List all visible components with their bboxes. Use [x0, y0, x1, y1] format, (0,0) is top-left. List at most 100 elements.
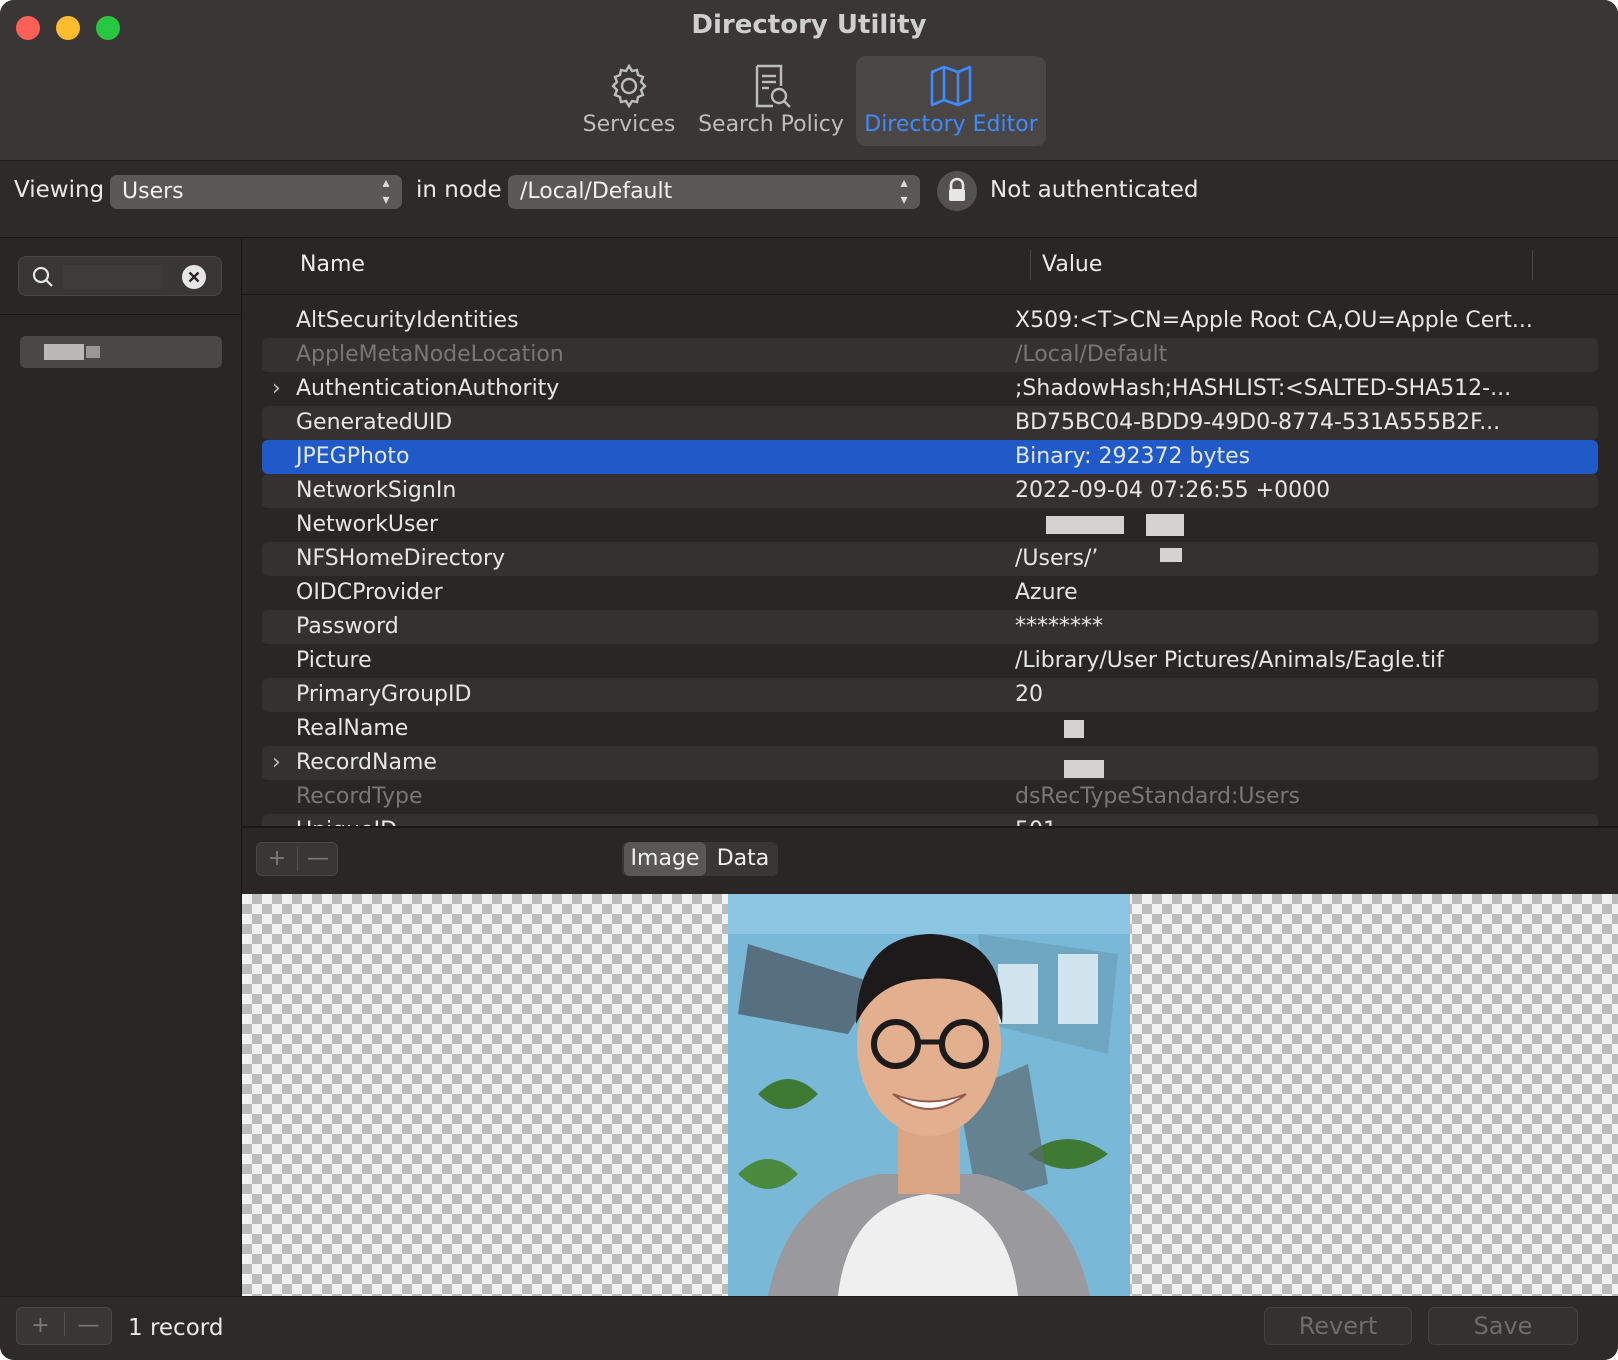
attribute-name: RealName	[296, 716, 409, 741]
attribute-value: BD75BC04-BDD9-49D0-8774-531A555B2F...	[1015, 410, 1501, 435]
table-row[interactable]: › RecordName	[262, 746, 1598, 780]
map-icon	[930, 65, 972, 107]
auth-status: Not authenticated	[990, 177, 1199, 203]
tab-data[interactable]: Data	[710, 842, 776, 876]
directory-utility-window: Directory Utility Services Search Policy…	[0, 0, 1618, 1360]
column-header-name[interactable]: Name	[300, 252, 365, 277]
table-row[interactable]: RecordType dsRecTypeStandard:Users	[262, 780, 1598, 814]
attribute-value: Azure	[1015, 580, 1078, 605]
image-preview	[242, 894, 1618, 1296]
toolbar-directory-editor-label: Directory Editor	[864, 112, 1038, 137]
attribute-value: dsRecTypeStandard:Users	[1015, 784, 1300, 809]
in-node-label: in node	[416, 177, 502, 203]
add-remove-attribute-control: + —	[256, 842, 338, 876]
save-button[interactable]: Save	[1428, 1307, 1578, 1345]
bottom-bar: + — 1 record Revert Save	[0, 1296, 1618, 1360]
search-input[interactable]	[18, 256, 222, 296]
table-row[interactable]: NetworkSignIn 2022-09-04 07:26:55 +0000	[262, 474, 1598, 508]
image-data-tabs: Image Data	[622, 842, 778, 876]
attribute-value: ********	[1015, 614, 1103, 639]
table-row[interactable]: NFSHomeDirectory /Users/’	[262, 542, 1598, 576]
attribute-value: 501	[1015, 814, 1057, 826]
clear-search-icon[interactable]	[181, 264, 207, 290]
redacted-value	[1064, 720, 1084, 738]
table-row[interactable]: AltSecurityIdentities X509:<T>CN=Apple R…	[262, 304, 1598, 338]
attribute-value: ;ShadowHash;HASHLIST:<SALTED-SHA512-...	[1015, 376, 1512, 401]
table-row-selected[interactable]: JPEGPhoto Binary: 292372 bytes	[262, 440, 1598, 474]
toolbar-search-policy-label: Search Policy	[698, 112, 844, 137]
column-separator[interactable]	[1532, 250, 1533, 280]
attribute-value: 20	[1015, 682, 1043, 707]
redacted-search-text	[63, 265, 163, 289]
attribute-name: NetworkUser	[296, 512, 439, 537]
table-row[interactable]: NetworkUser	[262, 508, 1598, 542]
window-title: Directory Utility	[691, 10, 927, 40]
record-type-popup[interactable]: Users ▴ ▾	[110, 175, 402, 209]
redacted-value	[1046, 516, 1124, 534]
popup-arrows-icon: ▴ ▾	[900, 175, 908, 208]
table-header: Name Value	[242, 238, 1618, 295]
attribute-value: X509:<T>CN=Apple Root CA,OU=Apple Cert..…	[1015, 308, 1533, 333]
table-row[interactable]: OIDCProvider Azure	[262, 576, 1598, 610]
authenticate-lock-button[interactable]	[937, 171, 977, 211]
table-row[interactable]: AppleMetaNodeLocation /Local/Default	[262, 338, 1598, 372]
popup-arrows-icon: ▴ ▾	[382, 175, 390, 208]
attribute-name: OIDCProvider	[296, 580, 443, 605]
redacted-value	[1146, 514, 1184, 536]
toolbar-search-policy[interactable]: Search Policy	[696, 56, 846, 146]
attribute-value: Binary: 292372 bytes	[1015, 444, 1251, 469]
toolbar-services[interactable]: Services	[574, 56, 684, 146]
toolbar-services-label: Services	[582, 112, 676, 137]
attribute-value: /Users/’	[1015, 546, 1099, 571]
add-record-button[interactable]: +	[17, 1308, 64, 1344]
toolbar-directory-editor[interactable]: Directory Editor	[856, 56, 1046, 146]
table-row[interactable]: › AuthenticationAuthority ;ShadowHash;HA…	[262, 372, 1598, 406]
attribute-name: JPEGPhoto	[296, 444, 410, 469]
tab-image[interactable]: Image	[624, 842, 706, 876]
viewing-bar: Viewing Users ▴ ▾ in node /Local/Default …	[0, 161, 1618, 238]
attribute-name: PrimaryGroupID	[296, 682, 472, 707]
node-popup[interactable]: /Local/Default ▴ ▾	[508, 175, 920, 209]
attribute-name: AuthenticationAuthority	[296, 376, 560, 401]
table-row[interactable]: RealName	[262, 712, 1598, 746]
redacted-value	[1160, 548, 1182, 562]
user-record-item[interactable]	[20, 336, 222, 368]
record-count: 1 record	[128, 1315, 224, 1341]
toolbar: Directory Utility Services Search Policy…	[0, 0, 1618, 161]
attribute-value: 2022-09-04 07:26:55 +0000	[1015, 478, 1331, 503]
attribute-name: Picture	[296, 648, 372, 673]
attribute-value: /Local/Default	[1015, 342, 1168, 367]
add-remove-record-control: + —	[16, 1307, 112, 1345]
gear-icon	[611, 63, 647, 109]
table-row[interactable]: UniqueID 501	[262, 814, 1598, 826]
node-value: /Local/Default	[520, 179, 673, 204]
column-header-value[interactable]: Value	[1042, 252, 1102, 277]
disclosure-chevron-icon[interactable]: ›	[272, 372, 281, 406]
attribute-name: AppleMetaNodeLocation	[296, 342, 564, 367]
attribute-name: RecordName	[296, 750, 437, 775]
add-attribute-button[interactable]: +	[257, 843, 297, 875]
attribute-name: Password	[296, 614, 399, 639]
attribute-name: AltSecurityIdentities	[296, 308, 519, 333]
attribute-name: NFSHomeDirectory	[296, 546, 506, 571]
attribute-name: UniqueID	[296, 814, 397, 826]
attribute-name: GeneratedUID	[296, 410, 453, 435]
revert-button[interactable]: Revert	[1264, 1307, 1412, 1345]
table-row[interactable]: Picture /Library/User Pictures/Animals/E…	[262, 644, 1598, 678]
column-separator[interactable]	[1030, 250, 1031, 280]
attribute-name: RecordType	[296, 784, 423, 809]
disclosure-chevron-icon[interactable]: ›	[272, 746, 281, 780]
attribute-name: NetworkSignIn	[296, 478, 457, 503]
attribute-value: /Library/User Pictures/Animals/Eagle.tif	[1015, 648, 1444, 673]
redacted-value	[1064, 760, 1104, 778]
document-search-icon	[755, 64, 791, 108]
user-photo	[728, 894, 1130, 1296]
detail-control-bar: + — Image Data	[242, 828, 1618, 894]
table-row[interactable]: PrimaryGroupID 20	[262, 678, 1598, 712]
lock-icon	[949, 177, 965, 201]
remove-attribute-button[interactable]: —	[298, 843, 338, 875]
table-row[interactable]: Password ********	[262, 610, 1598, 644]
viewing-label: Viewing	[14, 177, 105, 203]
remove-record-button[interactable]: —	[65, 1308, 112, 1344]
table-row[interactable]: GeneratedUID BD75BC04-BDD9-49D0-8774-531…	[262, 406, 1598, 440]
